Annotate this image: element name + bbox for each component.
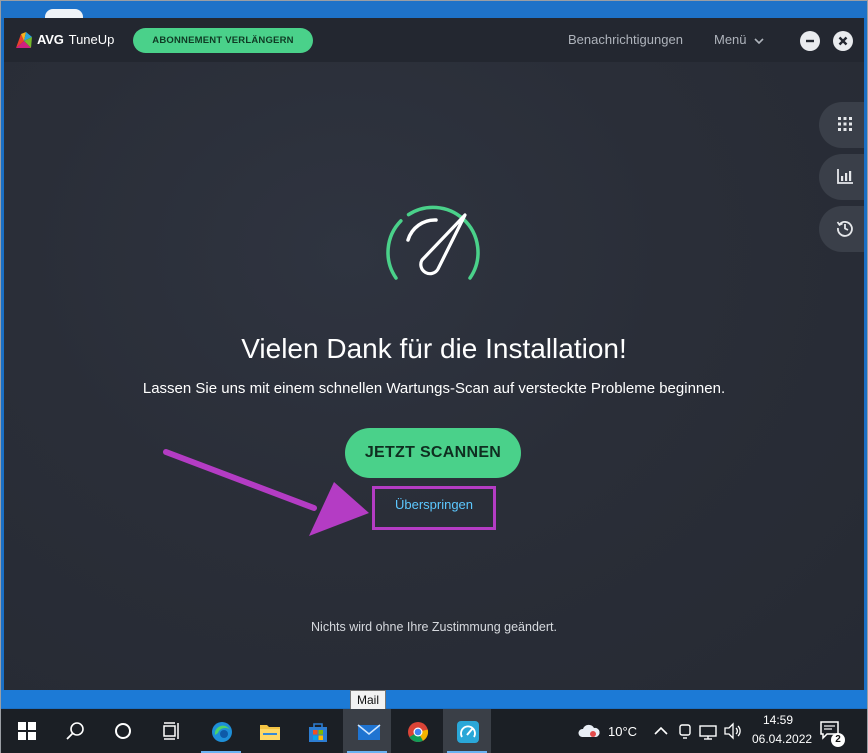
tuneup-gauge-icon (457, 721, 479, 743)
apps-grid-icon (838, 117, 852, 131)
minimize-button[interactable] (800, 31, 820, 51)
windows-taskbar: 10°C 14:59 06.04.2022 2 (1, 709, 867, 753)
start-button[interactable] (3, 709, 51, 753)
search-button[interactable] (51, 709, 99, 753)
consent-note: Nichts wird ohne Ihre Zustimmung geänder… (311, 620, 557, 634)
volume-icon[interactable] (723, 721, 743, 741)
clock-date[interactable]: 06.04.2022 (752, 732, 812, 746)
menu-dropdown[interactable]: Menü (714, 32, 764, 47)
taskbar-chrome[interactable] (393, 709, 441, 753)
notification-count-badge: 2 (831, 733, 845, 747)
speedometer-icon (386, 205, 480, 280)
minimize-icon (806, 39, 814, 43)
taskbar-mail[interactable] (343, 709, 391, 753)
menu-label: Menü (714, 32, 747, 47)
temperature-readout[interactable]: 10°C (608, 724, 637, 739)
avg-logo-icon (16, 32, 32, 48)
search-icon (66, 722, 84, 740)
desktop-background-strip (1, 690, 867, 708)
task-view-icon (163, 722, 179, 740)
renew-subscription-button[interactable]: ABONNEMENT VERLÄNGERN (133, 28, 313, 53)
side-tab-history[interactable] (819, 206, 864, 252)
windows-logo-icon (18, 722, 36, 740)
page-title: Vielen Dank für die Installation! (241, 333, 627, 364)
clock-time[interactable]: 14:59 (763, 713, 793, 727)
taskbar-store[interactable] (293, 709, 341, 753)
edge-browser-icon (212, 722, 232, 742)
close-button[interactable] (833, 31, 853, 51)
chevron-down-icon (753, 37, 764, 44)
brand-primary: AVG (37, 32, 64, 47)
cortana-button[interactable] (99, 709, 147, 753)
brand-secondary: TuneUp (68, 32, 115, 47)
meet-now-icon[interactable] (677, 721, 693, 741)
weather-cloud-icon[interactable] (577, 721, 601, 741)
side-tab-apps[interactable] (819, 102, 864, 148)
notifications-link[interactable]: Benachrichtigungen (568, 32, 683, 47)
cortana-circle-icon (115, 723, 131, 739)
close-icon (838, 36, 848, 46)
brand-name: AVG TuneUp (37, 32, 114, 47)
mail-tooltip: Mail (350, 690, 386, 710)
skip-link[interactable]: Überspringen (372, 497, 496, 512)
store-bag-icon (309, 723, 327, 742)
taskbar-edge[interactable] (197, 709, 245, 753)
task-view-button[interactable] (147, 709, 195, 753)
folder-icon (260, 725, 280, 740)
chevron-up-icon[interactable] (653, 721, 669, 741)
desktop-background (1, 1, 867, 21)
bar-chart-icon (837, 169, 853, 184)
side-tab-performance[interactable] (819, 154, 864, 200)
chrome-icon (408, 722, 429, 743)
mail-icon (357, 724, 381, 740)
taskbar-avg-tuneup[interactable] (443, 709, 491, 753)
annotation-arrow-icon (163, 449, 369, 536)
taskbar-file-explorer[interactable] (245, 709, 293, 753)
page-subtitle: Lassen Sie uns mit einem schnellen Wartu… (142, 380, 726, 397)
title-bar: AVG TuneUp ABONNEMENT VERLÄNGERN Benachri… (4, 18, 864, 62)
avg-tuneup-window: AVG TuneUp ABONNEMENT VERLÄNGERN Benachri… (4, 18, 864, 690)
history-icon (836, 221, 853, 237)
network-icon[interactable] (699, 721, 717, 741)
